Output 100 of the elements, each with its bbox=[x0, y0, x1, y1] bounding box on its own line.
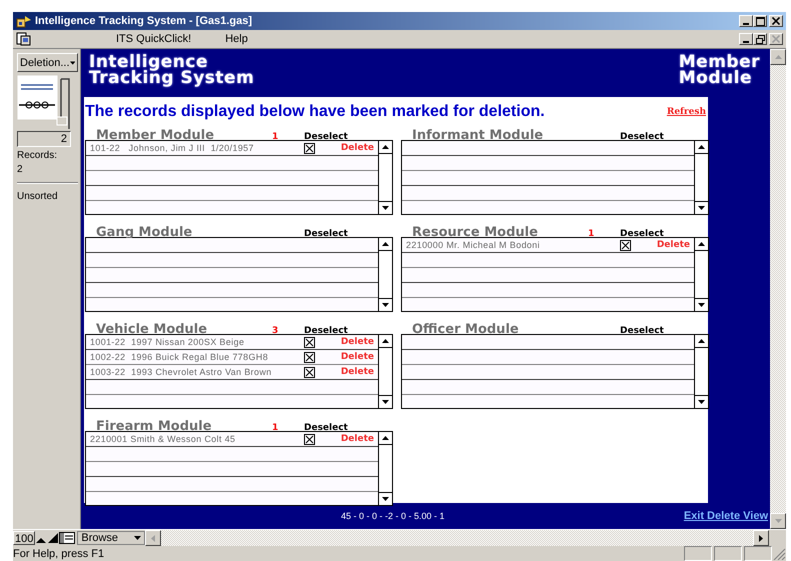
delete-link[interactable]: Delete bbox=[318, 352, 378, 362]
list-row[interactable]: 101-22 Johnson, Jim J III 1/20/1957 Delete bbox=[86, 141, 378, 156]
empty-list-row[interactable] bbox=[402, 365, 694, 380]
minimize-button[interactable] bbox=[739, 15, 753, 27]
menu-item[interactable]: ITS QuickClick! bbox=[106, 33, 202, 45]
layout-dropdown[interactable]: Deletion... bbox=[17, 53, 78, 72]
page-number: 2 bbox=[17, 131, 71, 147]
maximize-icon bbox=[756, 16, 764, 26]
module-title: Gang Module bbox=[96, 226, 194, 240]
record-count: 1 bbox=[271, 423, 278, 433]
maximize-button[interactable] bbox=[753, 15, 767, 27]
module-title: Vehicle Module bbox=[96, 323, 208, 337]
checkbox[interactable] bbox=[304, 352, 315, 362]
checkbox[interactable] bbox=[304, 336, 315, 348]
record-text: 1003-22 1993 Chevrolet Astro Van Brown bbox=[89, 367, 273, 377]
delete-link[interactable]: Delete bbox=[318, 434, 378, 444]
delete-link[interactable]: Delete bbox=[318, 337, 378, 347]
scroll-left-icon[interactable] bbox=[145, 530, 162, 546]
mode-dropdown[interactable]: Browse bbox=[77, 531, 146, 545]
checkbox[interactable] bbox=[304, 434, 315, 444]
record-count: 1 bbox=[271, 132, 278, 142]
resize-grip-icon[interactable] bbox=[772, 547, 786, 560]
deselect-link[interactable]: Deselect bbox=[304, 229, 348, 239]
list-scrollbar[interactable] bbox=[694, 238, 708, 311]
list-scrollbar[interactable] bbox=[378, 432, 392, 505]
caret-icon bbox=[698, 303, 705, 307]
caret-icon bbox=[382, 303, 389, 307]
empty-list-row[interactable] bbox=[86, 268, 378, 283]
caret-icon bbox=[134, 536, 142, 540]
module-title: Resource Module bbox=[412, 226, 539, 240]
module-title: Member Module bbox=[96, 129, 216, 143]
refresh-link[interactable]: Refresh bbox=[666, 107, 706, 117]
zoom-in-icon[interactable] bbox=[47, 532, 60, 544]
up-arrow-icon bbox=[698, 242, 705, 246]
delete-link[interactable]: Delete bbox=[318, 367, 378, 377]
record-count: 1 bbox=[587, 229, 594, 239]
caret-icon bbox=[698, 206, 705, 210]
record-book-drawing[interactable] bbox=[17, 75, 71, 131]
list-scrollbar[interactable] bbox=[378, 238, 392, 311]
list-scrollbar[interactable] bbox=[378, 335, 392, 408]
restore-icon bbox=[756, 34, 764, 44]
module-logo-title: Member Module bbox=[678, 54, 760, 86]
list-scrollbar[interactable] bbox=[378, 141, 392, 214]
empty-list-row[interactable] bbox=[86, 171, 378, 186]
list-scrollbar[interactable] bbox=[694, 335, 708, 408]
module-title: Firearm Module bbox=[96, 420, 213, 434]
sort-status: Unsorted bbox=[17, 191, 59, 202]
exit-delete-view-link[interactable]: Exit Delete View bbox=[684, 510, 768, 522]
restore-button[interactable] bbox=[753, 33, 767, 45]
status-text: For Help, press F1 bbox=[13, 548, 106, 560]
checkbox[interactable] bbox=[620, 240, 631, 250]
up-arrow-icon bbox=[698, 145, 705, 149]
deselect-link[interactable]: Deselect bbox=[620, 132, 664, 142]
delete-link[interactable]: Delete bbox=[634, 240, 694, 250]
status-pane bbox=[744, 546, 772, 561]
list-scrollbar[interactable] bbox=[694, 141, 708, 214]
status-pane bbox=[714, 546, 742, 561]
caret-icon bbox=[70, 60, 75, 64]
app-logo-title: Intelligence Tracking System bbox=[89, 54, 254, 86]
list-row[interactable]: 1001-22 1997 Nissan 200SX Beige Delete bbox=[86, 335, 378, 350]
deselect-link[interactable]: Deselect bbox=[304, 423, 348, 433]
empty-list-row[interactable] bbox=[402, 268, 694, 283]
status-area-icon[interactable] bbox=[59, 532, 76, 544]
summary-text: 45 - 0 - 0 - -2 - 0 - 5.00 - 1 bbox=[341, 511, 445, 521]
caret-icon bbox=[382, 400, 389, 404]
window-title: Intelligence Tracking System - [Gas1.gas] bbox=[35, 15, 254, 27]
app-icon bbox=[16, 14, 32, 28]
deselect-link[interactable]: Deselect bbox=[304, 326, 348, 336]
module-title: Officer Module bbox=[412, 323, 520, 337]
caret-icon bbox=[382, 497, 389, 501]
empty-list-row[interactable] bbox=[402, 171, 694, 186]
page-heading: The records displayed below have been marked for deletion. bbox=[85, 103, 545, 121]
deselect-link[interactable]: Deselect bbox=[620, 326, 664, 336]
status-pane bbox=[684, 546, 712, 561]
minimize-button[interactable] bbox=[739, 33, 753, 45]
module-title: Informant Module bbox=[412, 129, 544, 143]
caret-icon bbox=[698, 400, 705, 404]
close-icon bbox=[772, 35, 780, 43]
record-text: 1002-22 1996 Buick Regal Blue 778GH8 bbox=[89, 352, 270, 362]
list-row[interactable]: 2210000 Mr. Micheal M Bodoni Delete bbox=[402, 238, 694, 253]
records-count: 2 bbox=[17, 164, 24, 175]
close-button[interactable] bbox=[769, 15, 783, 27]
up-arrow-icon bbox=[382, 436, 389, 440]
list-row[interactable]: 1002-22 1996 Buick Regal Blue 778GH8 Delete bbox=[86, 350, 378, 365]
checkbox[interactable] bbox=[304, 142, 315, 154]
empty-list-row[interactable] bbox=[86, 462, 378, 477]
record-text: 1001-22 1997 Nissan 200SX Beige bbox=[89, 337, 246, 347]
list-row[interactable]: 1003-22 1993 Chevrolet Astro Van Brown Delete bbox=[86, 365, 378, 380]
record-text: 2210001 Smith & Wesson Colt 45 bbox=[89, 434, 236, 444]
document-icon[interactable] bbox=[16, 32, 32, 46]
checkbox[interactable] bbox=[304, 366, 315, 378]
scroll-right-icon[interactable] bbox=[753, 530, 769, 546]
list-row[interactable]: 2210001 Smith & Wesson Colt 45 Delete bbox=[86, 432, 378, 447]
zoom-level[interactable]: 100 bbox=[13, 531, 36, 545]
menu-item[interactable]: Help bbox=[215, 33, 258, 45]
caret-icon bbox=[382, 206, 389, 210]
close-button[interactable] bbox=[769, 33, 783, 45]
deselect-link[interactable]: Deselect bbox=[304, 132, 348, 142]
deselect-link[interactable]: Deselect bbox=[620, 229, 664, 239]
delete-link[interactable]: Delete bbox=[318, 143, 378, 153]
